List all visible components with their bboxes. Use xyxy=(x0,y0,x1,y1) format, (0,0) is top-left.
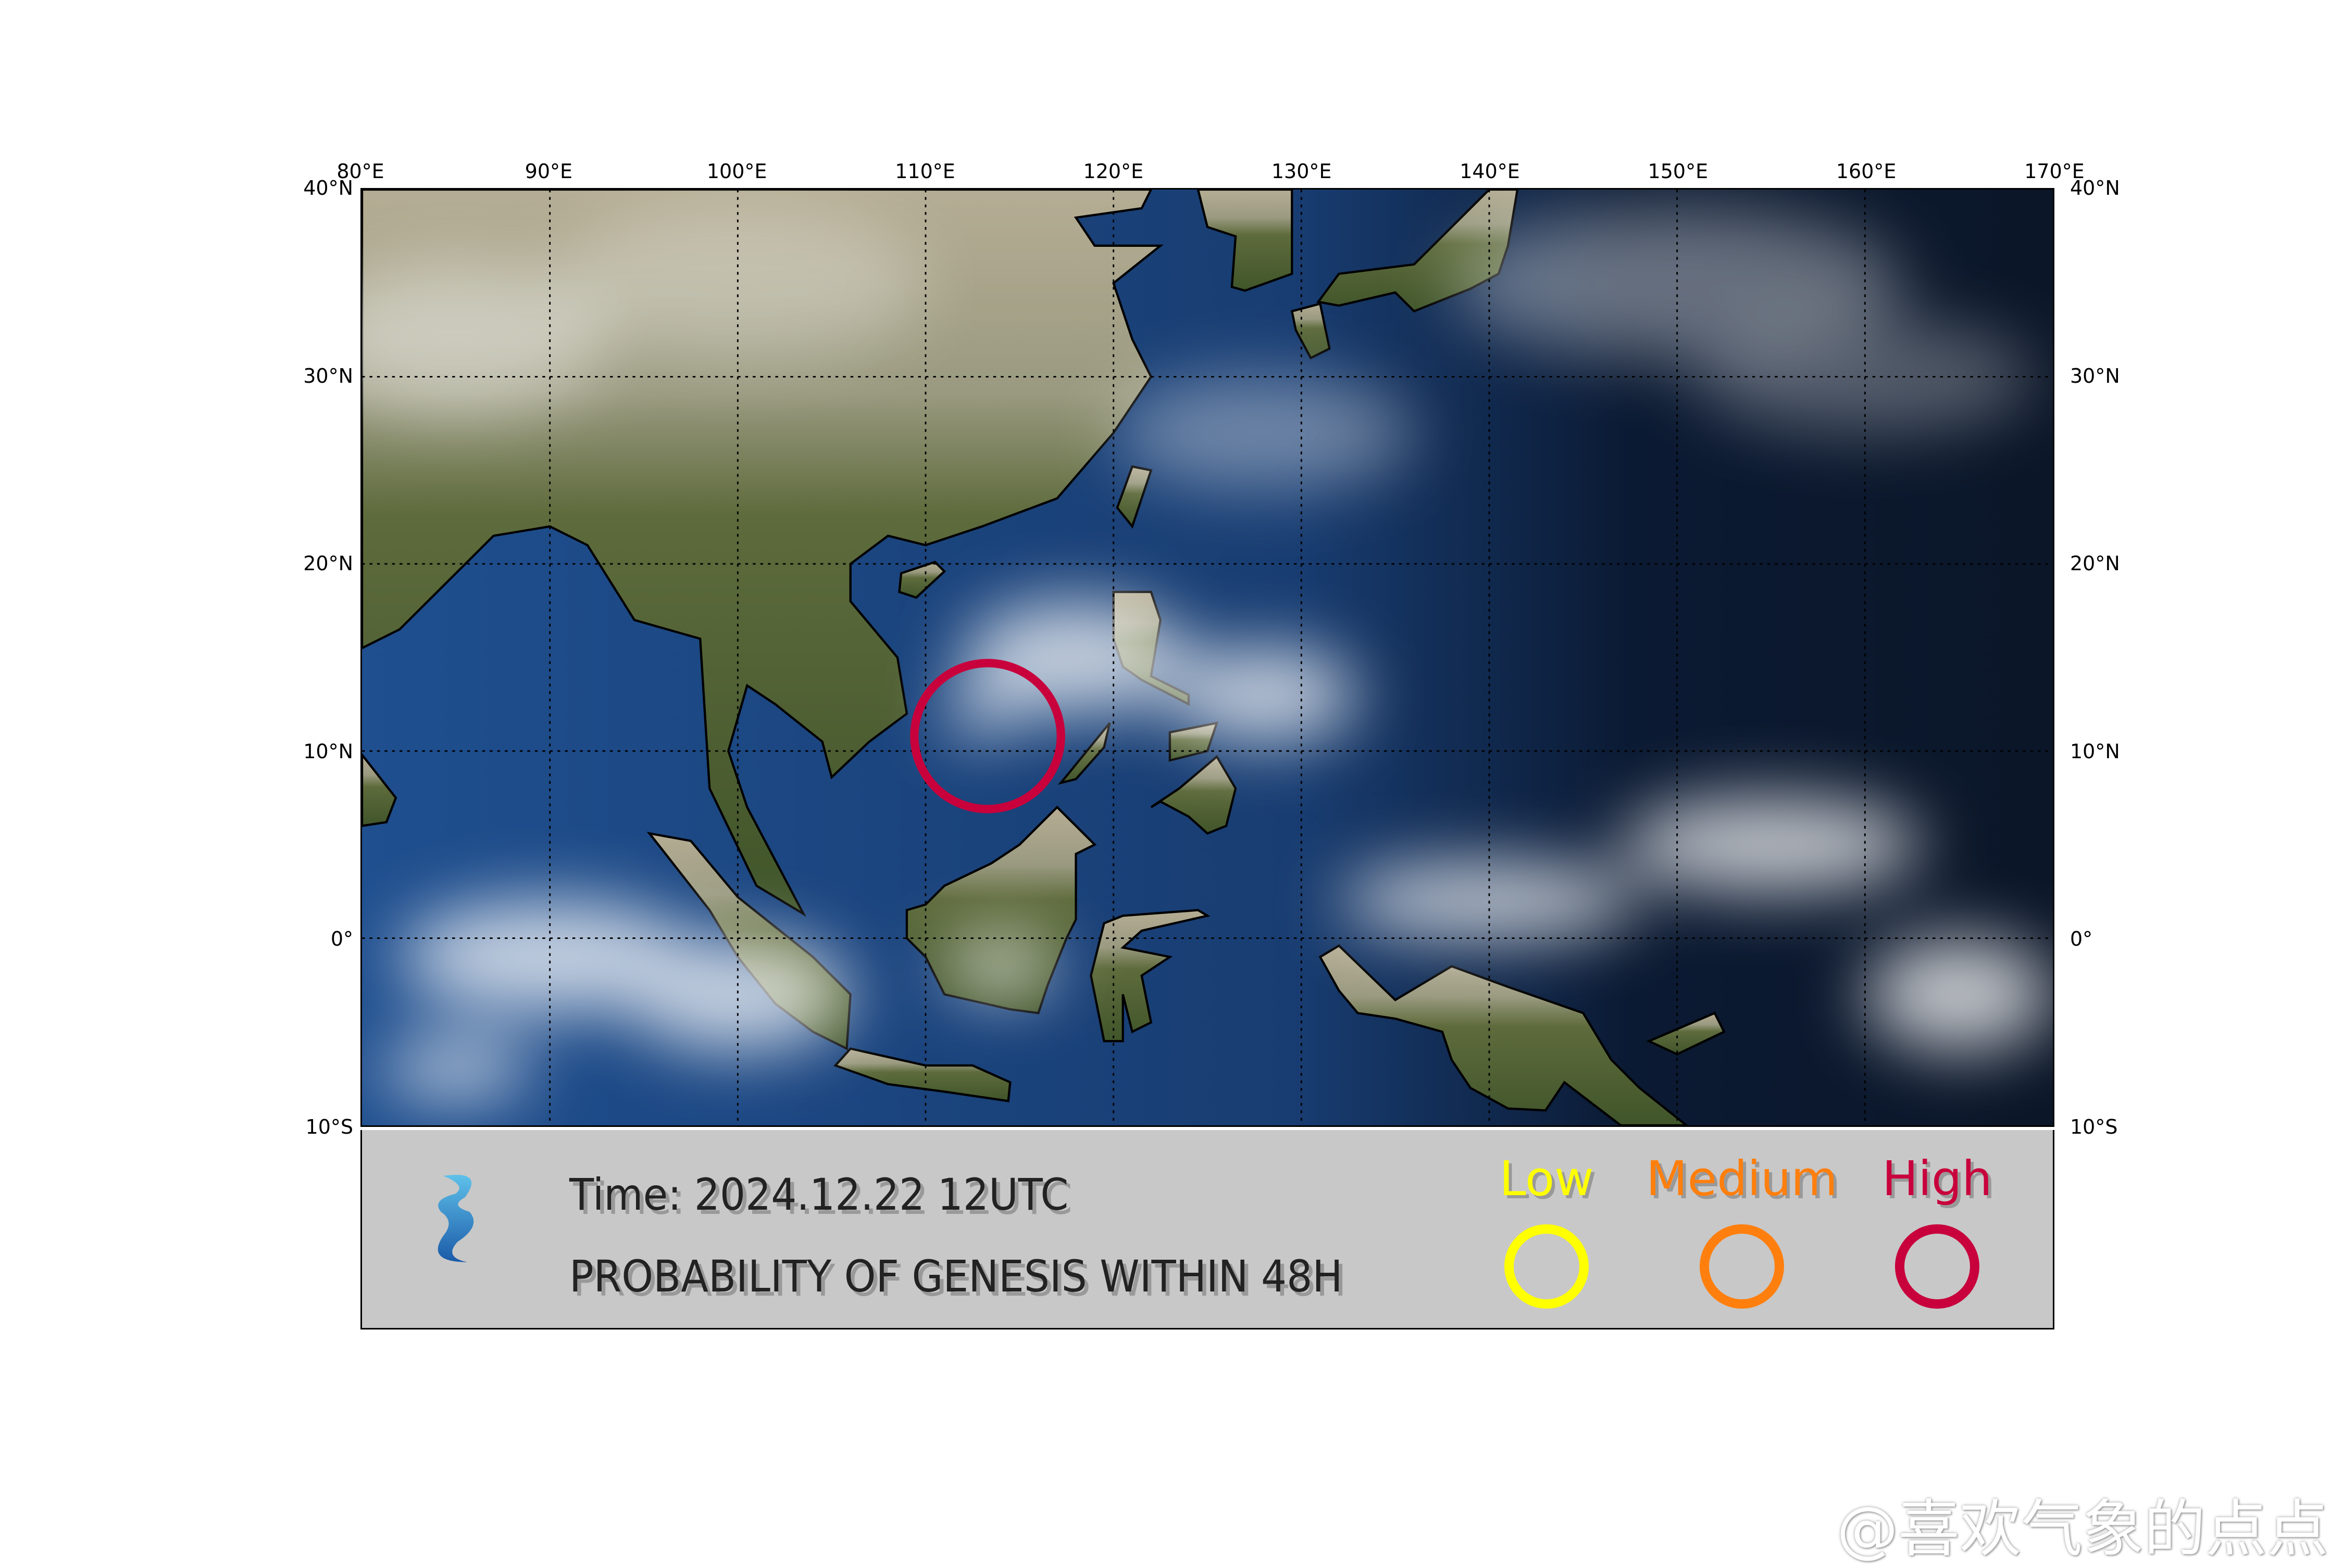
lon-tick-label: 110°E xyxy=(895,160,955,183)
lat-tick-label-left: 10°S xyxy=(305,1115,353,1138)
level-label-medium: Medium xyxy=(1646,1151,1838,1207)
lat-tick-label-left: 10°N xyxy=(303,739,353,763)
lon-tick-label: 120°E xyxy=(1083,160,1144,183)
lat-tick-label-left: 30°N xyxy=(303,364,353,387)
lon-tick-label: 140°E xyxy=(1460,160,1520,183)
legend-panel: Time: 2024.12.22 12UTC PROBABILITY OF GE… xyxy=(360,1130,2054,1329)
lon-tick-label: 90°E xyxy=(525,160,573,183)
lat-tick-label-right: 10°N xyxy=(2070,739,2120,763)
lat-tick-label-right: 0° xyxy=(2070,927,2093,951)
map-canvas xyxy=(362,190,2053,1125)
level-label-high: High xyxy=(1882,1151,1992,1207)
lat-tick-label-left: 0° xyxy=(330,927,353,951)
lat-tick-label-right: 10°S xyxy=(2070,1115,2118,1138)
level-label-low: Low xyxy=(1499,1151,1594,1207)
lon-tick-label: 100°E xyxy=(706,160,767,183)
lat-tick-label-left: 40°N xyxy=(303,177,353,199)
watermark: @喜欢气象的点点 xyxy=(1836,1493,2328,1565)
lon-tick-label: 160°E xyxy=(1836,160,1897,183)
lat-tick-label-right: 20°N xyxy=(2070,552,2120,575)
level-ring-high xyxy=(1895,1224,1979,1309)
lat-tick-label-right: 30°N xyxy=(2070,364,2120,387)
lon-tick-label: 150°E xyxy=(1648,160,1709,183)
lon-tick-label: 130°E xyxy=(1271,160,1332,183)
level-ring-medium xyxy=(1700,1224,1784,1309)
lat-tick-label-left: 20°N xyxy=(303,552,353,575)
time-label: Time: 2024.12.22 12UTC xyxy=(569,1169,1069,1220)
level-ring-low xyxy=(1504,1224,1589,1309)
legend-title: PROBABILITY OF GENESIS WITHIN 48H xyxy=(569,1251,1343,1302)
lat-tick-label-right: 40°N xyxy=(2070,177,2120,199)
satellite-map xyxy=(360,188,2054,1127)
cma-logo xyxy=(397,1154,474,1270)
